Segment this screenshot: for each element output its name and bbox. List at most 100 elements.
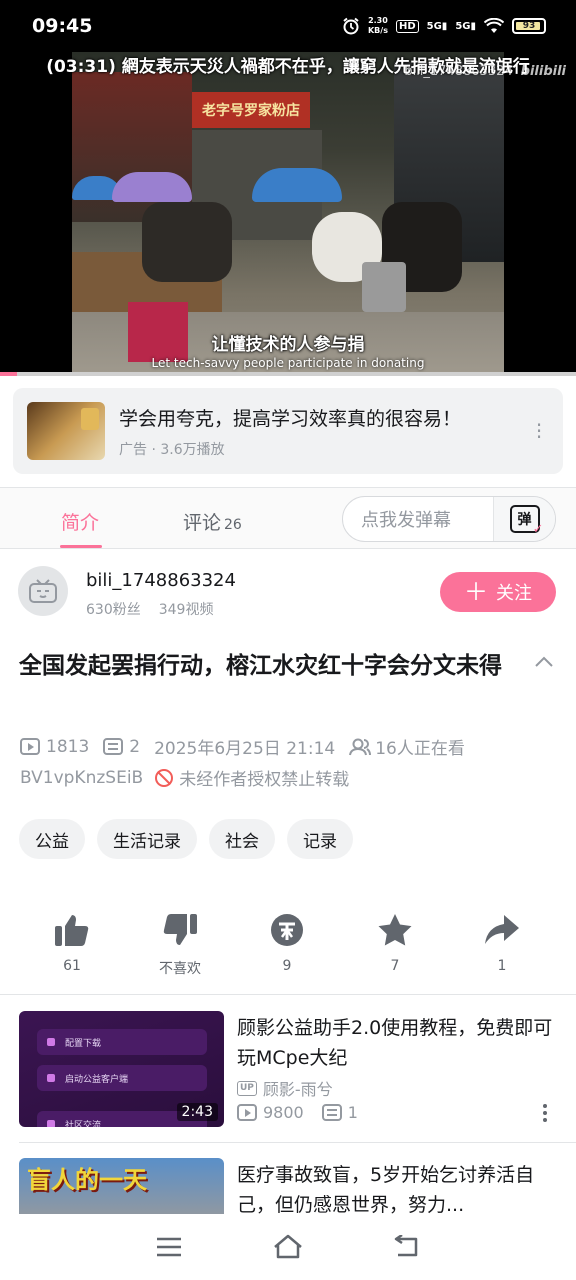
video-player[interactable]: 09:45 2.30 KB/s HD 5G▮ 5G▮ 93 老字号罗家粉店 (03…	[0, 0, 576, 376]
tag[interactable]: 记录	[287, 819, 353, 859]
more-vertical-icon[interactable]: · · ·	[529, 415, 549, 447]
publish-date: 2025年6月25日 21:14	[154, 739, 336, 759]
video-meta-2: BV1vpKnzSEiB 未经作者授权禁止转载	[20, 765, 350, 791]
dislike-button[interactable]: 不喜欢	[135, 910, 225, 978]
subtitle-english: Let tech-savvy people participate in don…	[151, 356, 425, 370]
back-button[interactable]	[387, 1227, 427, 1267]
scene-shop-sign: 老字号罗家粉店	[192, 92, 310, 128]
status-icons: 2.30 KB/s HD 5G▮ 5G▮ 93	[342, 16, 546, 36]
star-icon	[378, 914, 412, 946]
system-nav-bar	[0, 1214, 576, 1280]
progress-played	[0, 372, 18, 376]
watching-count: 16人正在看	[375, 739, 465, 759]
ad-meta: 广告 · 3.6万播放	[119, 441, 225, 458]
recommended-title: 医疗事故致盲，5岁开始乞讨养活自己，但仍感恩世界，努力...	[237, 1164, 535, 1214]
favorite-count: 7	[390, 958, 400, 974]
recommended-plays: 9800	[263, 1103, 304, 1122]
play-count-icon	[237, 1104, 257, 1121]
video-progress-bar[interactable]	[0, 372, 576, 376]
danmaku-bar: 点我发弹幕 弹 ✓	[342, 496, 556, 542]
bvid[interactable]: BV1vpKnzSEiB	[20, 768, 143, 788]
video-frame: 老字号罗家粉店	[72, 52, 504, 376]
chevron-up-icon[interactable]	[532, 650, 556, 674]
tab-active-indicator	[60, 545, 102, 548]
uploader-row: bili_1748863324 630粉丝 349视频 ＋ 关注	[18, 566, 558, 622]
uploader-name[interactable]: bili_1748863324	[86, 570, 236, 591]
dislike-label: 不喜欢	[159, 961, 201, 977]
subtitle-chinese: 让懂技术的人参与捐	[211, 335, 365, 355]
danmaku-count: 2	[129, 736, 141, 757]
tag[interactable]: 社会	[209, 819, 275, 859]
action-bar: 61 不喜欢 9 7 1	[0, 910, 576, 980]
video-thumbnail: 盲人的一天	[19, 1158, 224, 1214]
divider	[19, 1142, 576, 1143]
menu-button[interactable]	[149, 1227, 189, 1267]
recommended-video[interactable]: 盲人的一天 医疗事故致盲，5岁开始乞讨养活自己，但仍感恩世界，努力...	[19, 1158, 559, 1214]
battery-level: 93	[522, 21, 536, 31]
thumbs-up-icon	[55, 915, 89, 946]
thumbnail-title: 盲人的一天	[27, 1166, 147, 1194]
favorite-button[interactable]: 7	[350, 910, 440, 974]
up-badge-icon: UP	[237, 1080, 257, 1096]
recommended-video[interactable]: 配置下载 启动公益客户端 社区交流 2:43 顾影公益助手2.0使用教程，免费即…	[19, 1011, 559, 1127]
danmaku-count-icon	[321, 1104, 342, 1121]
coin-count: 9	[282, 958, 292, 974]
like-count: 61	[63, 958, 81, 974]
video-title: 全国发起罢捐行动，榕江水灾红十字会分文未得	[19, 653, 502, 679]
danmaku-toggle-button[interactable]: 弹 ✓	[493, 497, 555, 541]
ad-card[interactable]: 学会用夸克，提高学习效率真的很容易！ 广告 · 3.6万播放 · · ·	[13, 388, 563, 474]
back-icon	[394, 1235, 417, 1257]
status-bar: 09:45 2.30 KB/s HD 5G▮ 5G▮ 93	[0, 0, 576, 52]
video-thumbnail: 配置下载 启动公益客户端 社区交流 2:43	[19, 1011, 224, 1127]
video-watermark: bili_1748863324 bilibili	[404, 64, 566, 79]
uploader-stats: 630粉丝 349视频	[86, 599, 213, 619]
no-repost-icon	[155, 768, 174, 787]
plus-icon: ＋	[464, 578, 488, 606]
hd-badge: HD	[395, 19, 419, 33]
comments-count: 26	[224, 517, 242, 533]
recommended-danmaku: 1	[347, 1103, 358, 1122]
copyright-notice: 未经作者授权禁止转载	[179, 770, 350, 790]
net-speed: 2.30 KB/s	[367, 16, 388, 35]
bilibili-logo: bilibili	[520, 64, 566, 79]
recommended-stats: 9800 1	[237, 1103, 358, 1122]
like-button[interactable]: 61	[27, 910, 117, 974]
ad-title: 学会用夸克，提高学习效率真的很容易！	[119, 407, 462, 430]
tab-comments[interactable]: 评论 26	[183, 508, 242, 535]
thumbs-down-icon	[163, 914, 197, 945]
menu-icon	[157, 1237, 182, 1257]
play-count: 1813	[46, 736, 90, 757]
recommended-uploader-name: 顾影-雨兮	[262, 1080, 333, 1099]
more-vertical-icon[interactable]	[543, 1104, 547, 1125]
thumb-menu-item: 启动公益客户端	[37, 1065, 207, 1091]
alarm-icon	[343, 17, 359, 35]
follow-button[interactable]: ＋ 关注	[440, 572, 556, 612]
tv-face-icon	[29, 579, 57, 603]
share-arrow-icon	[485, 915, 519, 944]
tab-bar: 简介 评论 26 点我发弹幕 弹 ✓	[0, 487, 576, 549]
tag[interactable]: 公益	[19, 819, 85, 859]
recommended-title: 顾影公益助手2.0使用教程，免费即可玩MCpe大纪	[237, 1017, 553, 1069]
tag-list: 公益 生活记录 社会 记录	[19, 819, 353, 859]
avatar[interactable]	[18, 566, 68, 616]
uploader-fans: 630粉丝	[86, 602, 141, 618]
watermark-user: bili_1748863324	[404, 64, 513, 79]
battery-icon: 93	[512, 18, 546, 34]
video-duration: 2:43	[176, 1103, 218, 1121]
video-meta: 1813 2 2025年6月25日 21:14 16人正在看	[20, 734, 465, 759]
danmaku-icon: 弹 ✓	[509, 505, 544, 537]
sim2-signal-icon: 5G▮	[455, 20, 476, 32]
coin-button[interactable]: 9	[242, 910, 332, 974]
recommended-uploader: UP 顾影-雨兮	[237, 1076, 333, 1100]
tag[interactable]: 生活记录	[97, 819, 197, 859]
home-icon	[274, 1234, 302, 1259]
tab-intro[interactable]: 简介	[61, 508, 99, 535]
wifi-icon	[484, 18, 504, 33]
danmaku-count-icon	[103, 738, 124, 755]
status-time: 09:45	[32, 15, 93, 37]
divider	[0, 994, 576, 995]
home-button[interactable]	[268, 1227, 308, 1267]
danmaku-input[interactable]: 点我发弹幕	[343, 506, 493, 532]
share-count: 1	[497, 958, 507, 974]
share-button[interactable]: 1	[457, 910, 547, 974]
